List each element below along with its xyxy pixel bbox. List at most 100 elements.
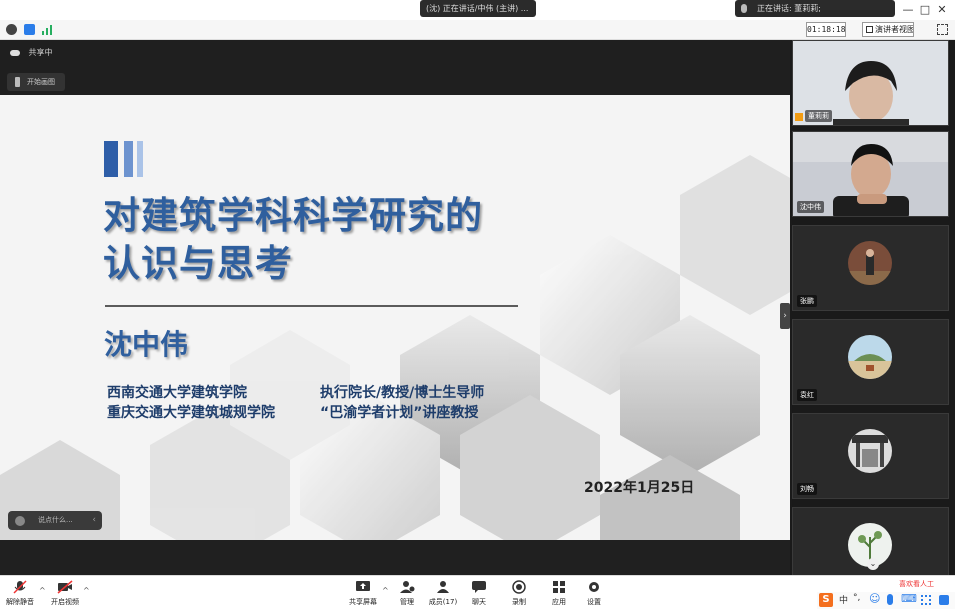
chevron-up-icon[interactable]: ^ (39, 586, 46, 595)
avatar (848, 429, 892, 473)
chevron-up-icon[interactable]: ^ (83, 586, 90, 595)
maximize-button[interactable]: □ (918, 3, 932, 17)
quick-chat-input[interactable]: 说点什么... ‹ (8, 511, 102, 530)
hexagon-background (0, 95, 790, 540)
participant-tile[interactable]: 袁红 (792, 319, 949, 405)
sharing-indicator: 共享中 (10, 47, 53, 58)
grid-icon[interactable] (921, 595, 931, 605)
start-video-button[interactable]: 开启视频 (48, 580, 82, 607)
ime-mode[interactable]: 中 (839, 593, 848, 606)
participant-tile[interactable]: 张鹏 (792, 225, 949, 311)
record-label: 录制 (512, 598, 526, 606)
share-screen-label: 共享屏幕 (349, 598, 377, 606)
chat-label: 聊天 (472, 598, 486, 606)
unmute-button[interactable]: 解除静音 (3, 580, 37, 607)
participant-tile[interactable]: 沈中伟 (792, 131, 949, 217)
slide-author: 沈中伟 (104, 328, 189, 361)
meeting-title: (沈) 正在讲话/中伟 (主讲) ... (426, 4, 529, 13)
members-icon (437, 581, 449, 593)
sogou-ime-icon[interactable]: S (819, 593, 833, 607)
chat-placeholder: 说点什么... (38, 516, 73, 524)
signal-icon[interactable] (42, 25, 54, 35)
record-icon (512, 580, 526, 594)
emoji-icon[interactable]: ☺ (869, 592, 880, 605)
share-screen-button[interactable]: 共享屏幕 (346, 580, 380, 607)
minimize-button[interactable]: — (901, 3, 915, 17)
annotate-label: 开始画图 (27, 78, 55, 86)
affiliation-2-title: “巴渝学者计划”讲座教授 (320, 405, 479, 421)
emoji-icon (15, 516, 25, 526)
mic-icon (741, 4, 747, 13)
affiliation-2-institution: 重庆交通大学建筑城规学院 (107, 405, 275, 421)
affiliation-1-institution: 西南交通大学建筑学院 (107, 385, 247, 401)
title-divider (105, 305, 518, 307)
slide-title: 对建筑学科科学研究的 认识与思考 (103, 192, 483, 288)
title-bar: (沈) 正在讲话/中伟 (主讲) ... 正在讲话: 董莉莉; — □ ✕ (0, 0, 955, 20)
participant-tile[interactable]: 董莉莉 (792, 40, 949, 126)
punctuation-mode[interactable]: °, (853, 593, 860, 603)
affiliation-1-title: 执行院长/教授/博士生导师 (320, 385, 485, 401)
participant-panel: 董莉莉 沈中伟 张鹏 袁红 刘畅 ⌄ (790, 40, 955, 593)
speaking-text: 正在讲话: 董莉莉; (757, 4, 821, 13)
presentation-slide: 对建筑学科科学研究的 认识与思考 沈中伟 西南交通大学建筑学院 执行院长/教授/… (0, 95, 790, 540)
meeting-title-pill[interactable]: (沈) 正在讲话/中伟 (主讲) ... (420, 0, 536, 17)
slide-title-line-1: 对建筑学科科学研究的 (103, 194, 483, 237)
participant-tile[interactable]: 刘畅 (792, 413, 949, 499)
chevron-left-icon[interactable]: ‹ (92, 511, 96, 530)
meeting-window: (沈) 正在讲话/中伟 (主讲) ... 正在讲话: 董莉莉; — □ ✕ 01… (0, 0, 955, 612)
settings-label: 设置 (587, 598, 601, 606)
shared-screen-area: 共享中 开始画图 对建筑学科科学研究的 认识与思考 沈中伟 西南交通大学建筑学院… (0, 40, 790, 540)
settings-icon (589, 582, 599, 592)
apps-icon (553, 581, 565, 593)
bottom-toolbar: 解除静音 ^ 开启视频 ^ 共享屏幕 ^ 管理 成员(17) 聊天 录制 应用 … (0, 575, 955, 612)
info-icon[interactable] (6, 24, 17, 35)
apps-label: 应用 (552, 598, 566, 606)
mic-icon[interactable] (887, 594, 893, 605)
speaking-indicator: 正在讲话: 董莉莉; (735, 0, 895, 17)
manage-label: 管理 (400, 598, 414, 606)
settings-button[interactable]: 设置 (577, 580, 611, 607)
participant-name: 沈中伟 (797, 201, 824, 213)
ad-badge[interactable]: 喜欢看人工 (899, 579, 934, 589)
sharing-label: 共享中 (28, 48, 53, 57)
close-button[interactable]: ✕ (935, 3, 949, 17)
members-button[interactable]: 成员(17) (426, 580, 460, 607)
participant-name: 刘畅 (797, 483, 817, 495)
fullscreen-icon[interactable] (937, 24, 948, 35)
avatar (848, 241, 892, 285)
share-screen-icon (356, 581, 370, 591)
chevron-up-icon[interactable]: ^ (382, 586, 389, 595)
annotate-button[interactable]: 开始画图 (7, 73, 65, 91)
muted-mic-icon (13, 580, 27, 594)
slide-title-line-2: 认识与思考 (103, 242, 293, 285)
slide-date: 2022年1月25日 (584, 480, 695, 496)
chevron-down-icon[interactable]: ⌄ (867, 558, 879, 570)
system-tray: S 中 °, ☺ ⌨ 喜欢看人工 (817, 580, 955, 609)
unmute-label: 解除静音 (6, 598, 34, 606)
view-button-label: 演讲者视图 (875, 25, 914, 34)
participant-name: 袁红 (797, 389, 817, 401)
cloud-icon (10, 49, 20, 56)
start-video-label: 开启视频 (51, 598, 79, 606)
manage-icon (400, 581, 415, 593)
collapse-panel-button[interactable]: › (780, 303, 790, 329)
members-label: 成员(17) (428, 598, 458, 606)
grid-view-icon (866, 26, 873, 33)
meeting-info-bar: 01:18:18 演讲者视图 (0, 20, 955, 40)
record-button[interactable]: 录制 (502, 580, 536, 607)
apps-button[interactable]: 应用 (542, 580, 576, 607)
manage-button[interactable]: 管理 (390, 580, 424, 607)
keyboard-icon[interactable]: ⌨ (901, 592, 917, 605)
chat-button[interactable]: 聊天 (462, 580, 496, 607)
chat-icon (472, 581, 486, 593)
avatar (848, 335, 892, 379)
host-icon (795, 113, 803, 121)
pin-icon (15, 77, 20, 87)
video-off-icon (57, 580, 73, 594)
speaker-view-button[interactable]: 演讲者视图 (862, 22, 914, 37)
wrench-icon[interactable] (939, 595, 949, 605)
meeting-timer: 01:18:18 (806, 22, 846, 37)
participant-name: 董莉莉 (805, 110, 832, 122)
shield-icon[interactable] (24, 24, 35, 35)
participant-name: 张鹏 (797, 295, 817, 307)
